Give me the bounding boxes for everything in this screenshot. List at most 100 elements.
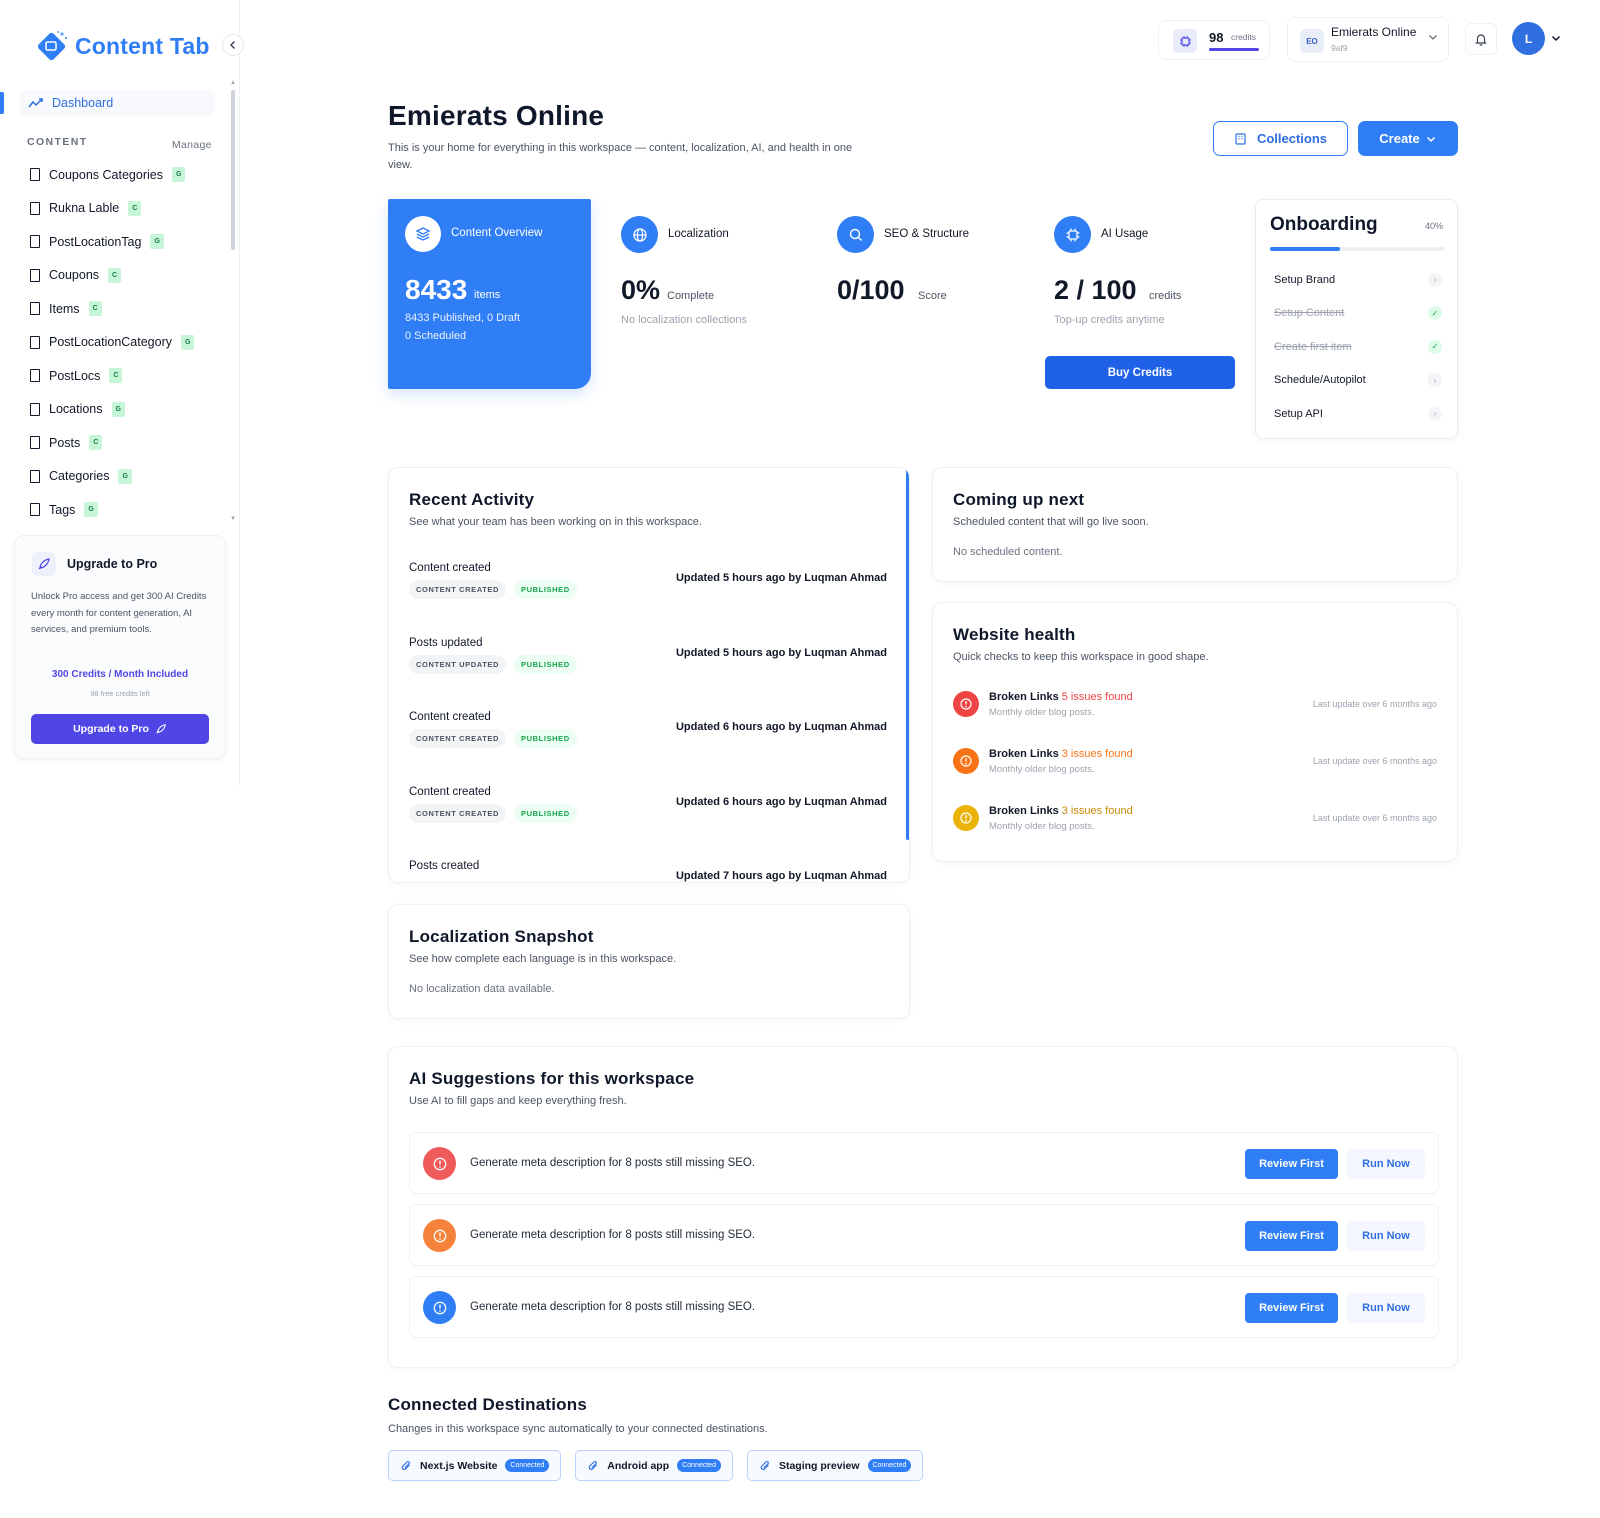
sidebar-scrollbar[interactable]	[231, 90, 235, 250]
chevron-down-icon[interactable]	[1550, 32, 1562, 44]
onboarding-card: Onboarding 40% Setup Brand › Setup Conten…	[1255, 199, 1458, 439]
stat-unit: credits	[1149, 290, 1182, 302]
upgrade-to-pro-button[interactable]: Upgrade to Pro	[31, 714, 209, 744]
collection-type-badge: C	[109, 368, 123, 384]
review-first-button[interactable]: Review First	[1245, 1149, 1338, 1179]
sidebar-item-postlocationtag[interactable]: PostLocationTag G	[30, 225, 220, 259]
onboarding-step[interactable]: Setup Content ✓	[1274, 297, 1442, 331]
page-title: Emierats Online	[388, 100, 605, 131]
ai-suggestion-list: Generate meta description for 8 posts st…	[409, 1132, 1439, 1348]
scroll-up-arrow[interactable]: ▲	[230, 80, 236, 86]
card-subtitle: See how complete each language is in thi…	[409, 953, 677, 965]
card-subtitle: See what your team has been working on i…	[409, 516, 702, 528]
activity-item[interactable]: Content created CONTENT CREATED PUBLISHED…	[409, 562, 887, 637]
credits-unit: credits	[1231, 32, 1257, 42]
sidebar-item-posts[interactable]: Posts C	[30, 426, 220, 460]
localization-stat: Localization 0% Complete No localization…	[621, 199, 831, 349]
destination-chip[interactable]: Staging preview Connected	[746, 1450, 924, 1481]
sidebar-item-coupons-categories[interactable]: Coupons Categories G	[30, 158, 220, 192]
sidebar-item-label: Dashboard	[52, 96, 114, 110]
chevron-right-icon: ›	[1428, 406, 1442, 421]
run-now-button[interactable]: Run Now	[1347, 1149, 1425, 1179]
review-first-button[interactable]: Review First	[1245, 1293, 1338, 1323]
onboarding-step[interactable]: Setup Brand ›	[1274, 263, 1442, 297]
notifications-button[interactable]	[1465, 23, 1497, 55]
sidebar-item-items[interactable]: Items C	[30, 292, 220, 326]
user-avatar[interactable]: L	[1512, 22, 1545, 55]
workspace-switcher[interactable]: EO Emierats Online 9af9	[1287, 17, 1449, 62]
credits-indicator[interactable]: 98 credits	[1158, 20, 1270, 60]
activity-meta: Updated 5 hours ago by Luqman Ahmad	[675, 646, 887, 659]
sidebar-item-coupons[interactable]: Coupons C	[30, 259, 220, 293]
issue-count: 3 issues found	[1061, 748, 1133, 760]
health-item[interactable]: Broken Links 3 issues found Monthly olde…	[953, 748, 1437, 805]
activity-item[interactable]: Content created CONTENT CREATED PUBLISHED…	[409, 711, 887, 786]
bookmark-icon	[30, 268, 40, 282]
suggestion-text: Generate meta description for 8 posts st…	[470, 1157, 756, 1169]
health-label: Broken Links 3 issues found	[989, 805, 1133, 817]
activity-scrollbar[interactable]	[906, 468, 909, 840]
step-label: Schedule/Autopilot	[1274, 374, 1366, 387]
ai-suggestions-card: AI Suggestions for this workspace Use AI…	[388, 1046, 1458, 1368]
scroll-down-arrow[interactable]: ▼	[230, 516, 236, 522]
sidebar-item-dashboard[interactable]: Dashboard	[20, 90, 215, 116]
stat-unit: Score	[918, 290, 947, 302]
suggestion-text: Generate meta description for 8 posts st…	[470, 1301, 756, 1313]
stat-unit: Complete	[667, 290, 715, 302]
sidebar-item-label: PostLocationTag	[49, 234, 142, 249]
sidebar-item-tags[interactable]: Tags G	[30, 493, 220, 527]
upgrade-card: Upgrade to Pro Unlock Pro access and get…	[14, 535, 226, 759]
card-subtitle: Scheduled content that will go live soon…	[953, 516, 1149, 528]
upgrade-credits-left: 98 free credits left	[90, 689, 150, 698]
destination-chip[interactable]: Android app Connected	[575, 1450, 733, 1481]
check-icon: ✓	[1428, 339, 1442, 354]
logo-text: Content Tab	[75, 32, 210, 59]
review-first-button[interactable]: Review First	[1245, 1221, 1338, 1251]
sidebar-item-postlocationcategory[interactable]: PostLocationCategory G	[30, 326, 220, 360]
step-label: Setup Content	[1274, 307, 1345, 320]
step-label: Setup API	[1274, 407, 1323, 420]
bookmark-icon	[30, 201, 40, 215]
logo[interactable]: Content Tab	[35, 28, 210, 64]
activity-type-tag: CONTENT CREATED	[409, 580, 507, 599]
stat-value: 0%	[621, 275, 661, 305]
sidebar-item-categories[interactable]: Categories G	[30, 460, 220, 494]
onboarding-step[interactable]: Create first item ✓	[1274, 330, 1442, 364]
onboarding-step[interactable]: Schedule/Autopilot ›	[1274, 364, 1442, 398]
sidebar-item-label: Rukna Lable	[49, 201, 120, 216]
manage-link[interactable]: Manage	[172, 139, 212, 151]
run-now-button[interactable]: Run Now	[1347, 1221, 1425, 1251]
bookmark-icon	[30, 369, 40, 383]
sidebar-item-rukna-lable[interactable]: Rukna Lable C	[30, 192, 220, 226]
activity-item[interactable]: Content created CONTENT CREATED PUBLISHED…	[409, 786, 887, 861]
chevron-left-icon	[230, 41, 235, 49]
bookmark-icon	[30, 335, 40, 349]
bookmark-icon	[30, 469, 40, 483]
collection-type-badge: C	[108, 267, 122, 283]
chevron-down-icon	[1426, 136, 1435, 142]
create-button[interactable]: Create	[1358, 121, 1458, 156]
sidebar-item-locations[interactable]: Locations G	[30, 393, 220, 427]
collapse-sidebar-button[interactable]	[222, 34, 244, 56]
collections-button[interactable]: Collections	[1213, 121, 1348, 156]
status-badge: PUBLISHED	[514, 803, 577, 823]
alert-icon	[423, 1291, 456, 1324]
destination-chip[interactable]: Next.js Website Connected	[388, 1450, 562, 1481]
sidebar-item-label: Locations	[49, 402, 103, 417]
buy-credits-button[interactable]: Buy Credits	[1045, 356, 1235, 389]
chevron-right-icon: ›	[1428, 373, 1442, 388]
content-overview-card[interactable]: Content Overview 8433 items 8433 Publish…	[388, 199, 591, 389]
bookmark-icon	[30, 302, 40, 316]
activity-item[interactable]: Posts updated CONTENT UPDATED PUBLISHED U…	[409, 637, 887, 712]
activity-type-tag: CONTENT CREATED	[409, 803, 507, 823]
activity-type-tag: CONTENT CREATED	[409, 729, 507, 748]
health-item[interactable]: Broken Links 3 issues found Monthly olde…	[953, 805, 1437, 862]
alert-icon	[953, 691, 979, 717]
activity-item[interactable]: Posts created Updated 7 hours ago by Luq…	[409, 860, 887, 882]
health-item[interactable]: Broken Links 5 issues found Monthly olde…	[953, 691, 1437, 748]
run-now-button[interactable]: Run Now	[1347, 1293, 1425, 1323]
onboarding-step[interactable]: Setup API ›	[1274, 397, 1442, 431]
status-badge: Connected	[677, 1459, 721, 1472]
health-label: Broken Links 3 issues found	[989, 748, 1133, 760]
sidebar-item-postlocs[interactable]: PostLocs C	[30, 359, 220, 393]
